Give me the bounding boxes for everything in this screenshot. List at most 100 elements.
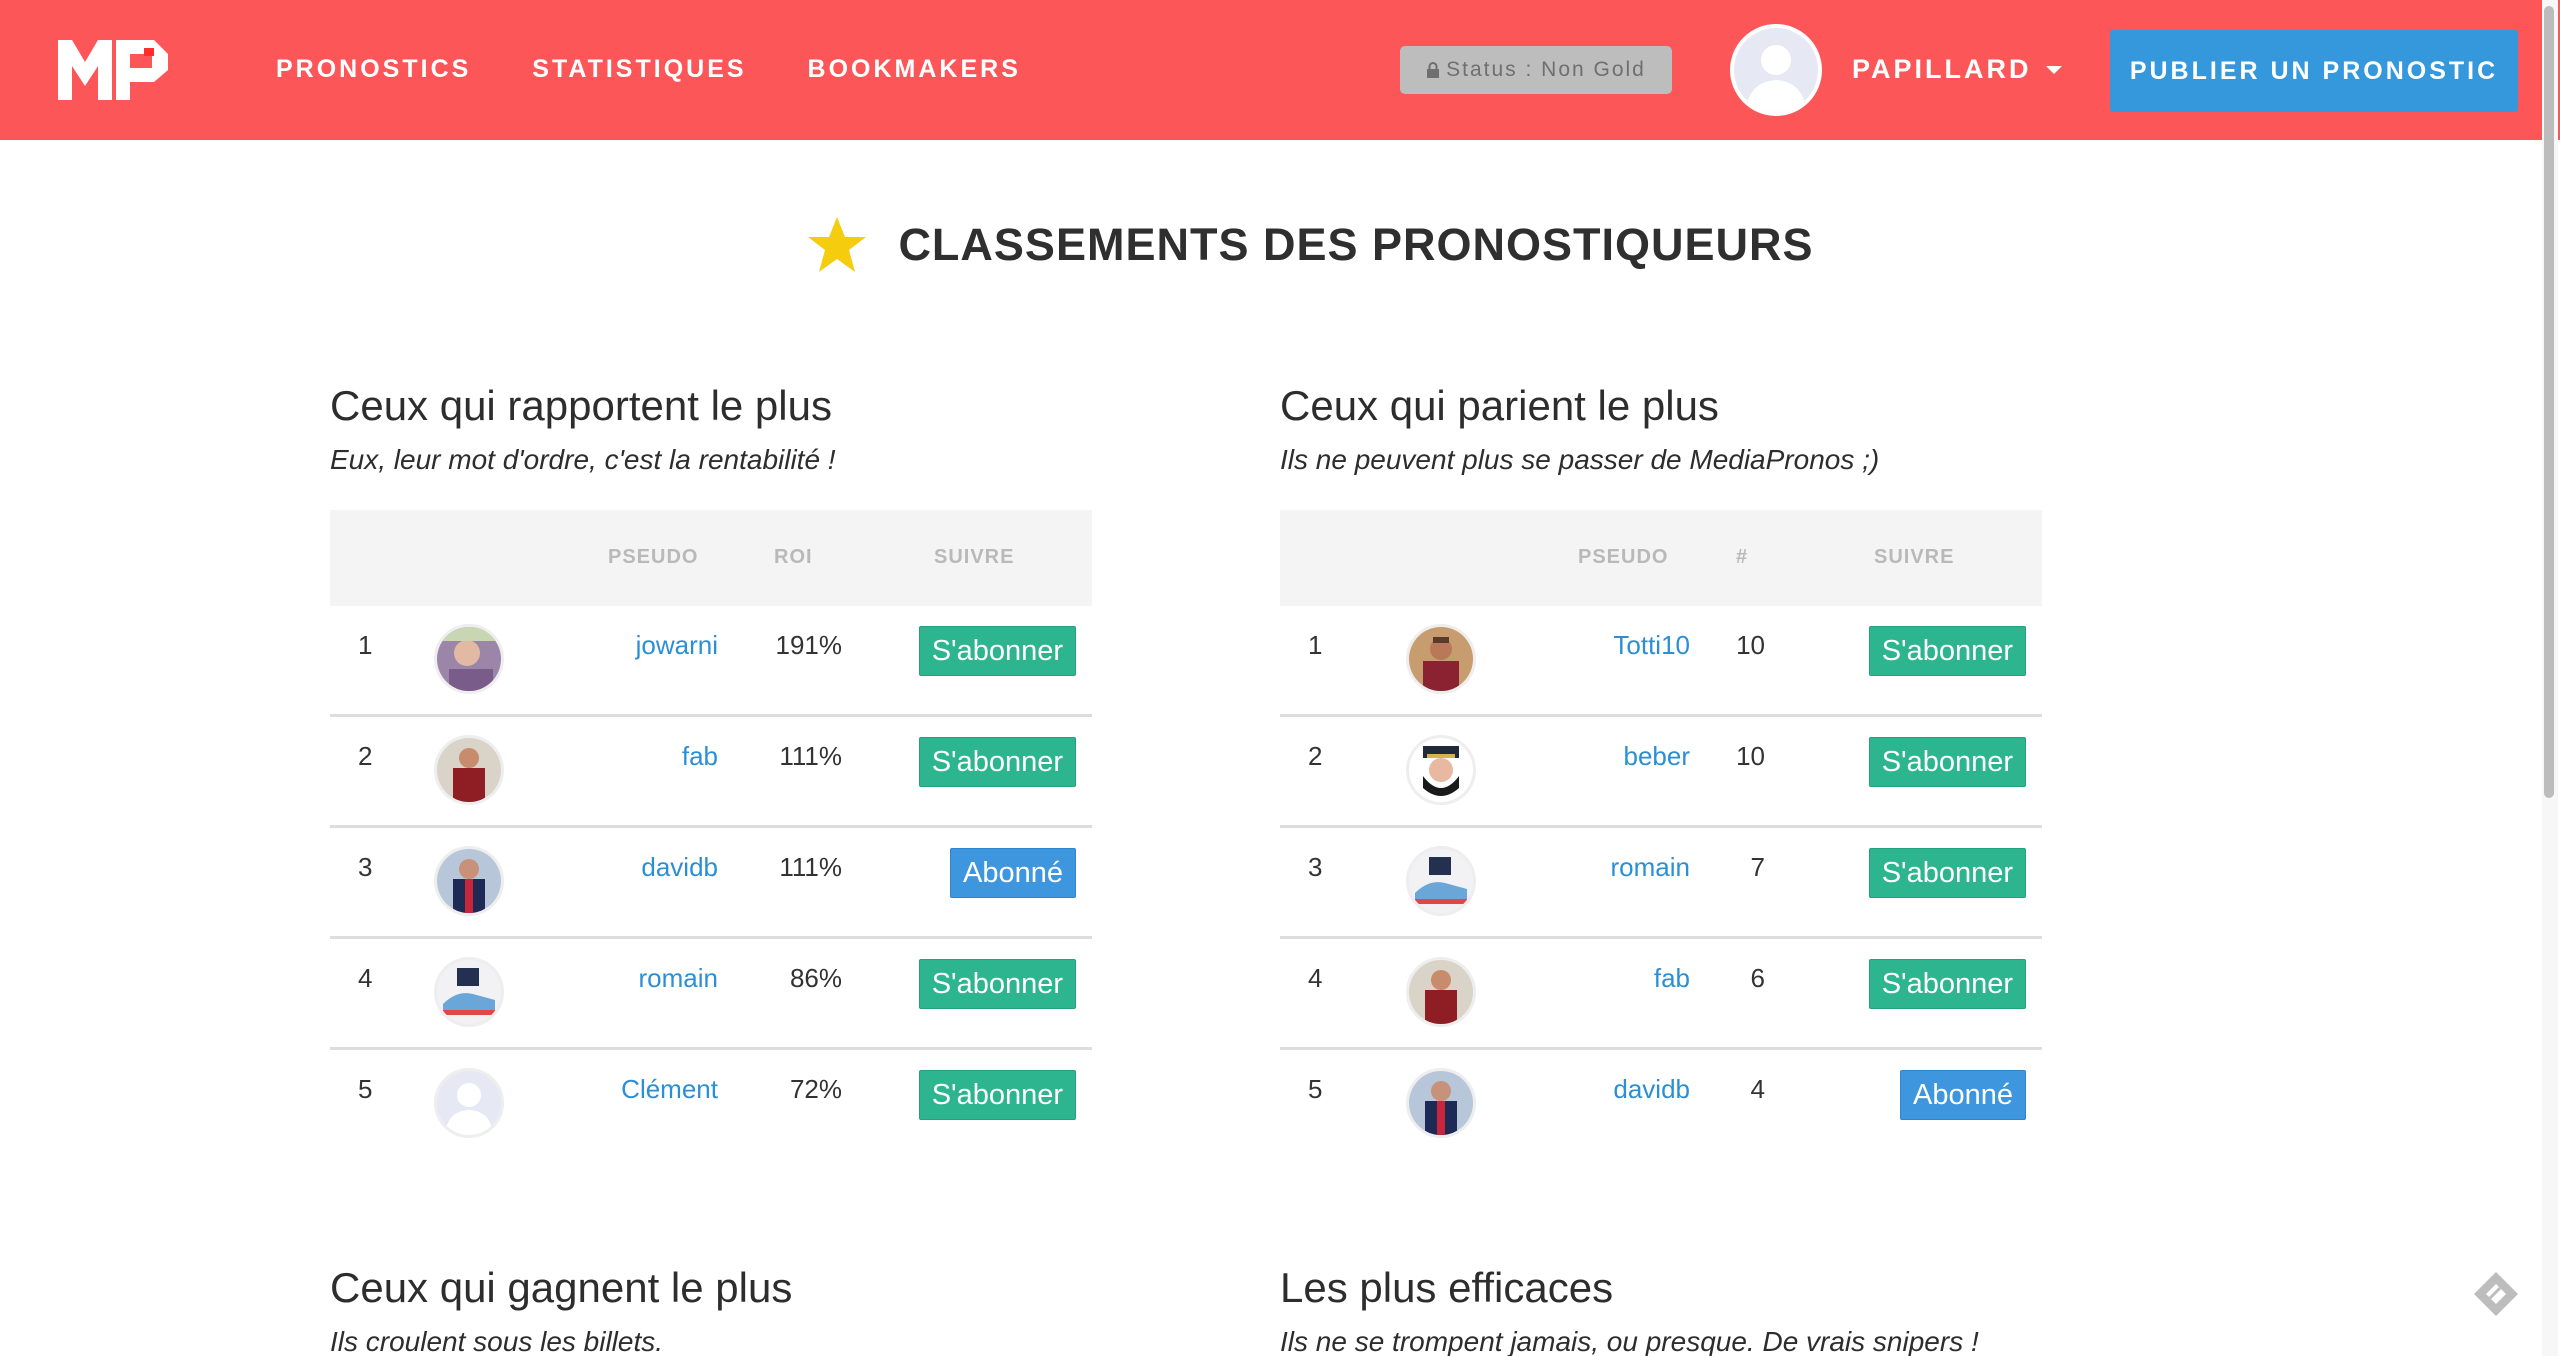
bets-count: 6 bbox=[1750, 963, 1765, 993]
table-row: 5 davidb 4 Abonné bbox=[1280, 1050, 2042, 1158]
user-avatar[interactable] bbox=[1730, 24, 1822, 116]
section-most-bets: Ceux qui parient le plus Ils ne peuvent … bbox=[1280, 382, 2042, 1142]
feedback-icon[interactable] bbox=[2468, 1266, 2524, 1322]
nav-link-statistiques[interactable]: STATISTIQUES bbox=[532, 55, 746, 84]
rank-number: 3 bbox=[1308, 852, 1323, 882]
bets-count: 7 bbox=[1750, 852, 1765, 882]
page-title: CLASSEMENTS DES PRONOSTIQUEURS bbox=[0, 215, 2560, 275]
subscribe-button[interactable]: S'abonner bbox=[1868, 737, 2026, 787]
user-link[interactable]: romain bbox=[639, 963, 718, 994]
column-header-suivre: SUIVRE bbox=[934, 546, 1015, 568]
section-title: Ceux qui rapportent le plus bbox=[330, 382, 832, 429]
bets-count: 10 bbox=[1736, 741, 1765, 771]
user-link[interactable]: davidb bbox=[641, 852, 718, 883]
section-title: Ceux qui gagnent le plus bbox=[330, 1264, 793, 1311]
bets-count: 4 bbox=[1750, 1074, 1765, 1104]
star-icon bbox=[808, 217, 867, 272]
nav-link-pronostics[interactable]: PRONOSTICS bbox=[276, 55, 471, 84]
user-link[interactable]: fab bbox=[682, 741, 718, 772]
subscribed-button[interactable]: Abonné bbox=[950, 848, 1076, 898]
subscribe-button[interactable]: S'abonner bbox=[918, 1070, 1076, 1120]
user-link[interactable]: Clément bbox=[621, 1074, 718, 1105]
column-header-count[interactable]: # bbox=[1736, 546, 1748, 569]
roi-value: 111% bbox=[779, 741, 842, 771]
user-menu[interactable]: PAPILLARD bbox=[1852, 54, 2062, 85]
table-row: 1 Totti10 10 S'abonner bbox=[1280, 606, 2042, 717]
lock-icon bbox=[1427, 62, 1440, 78]
status-label: Status : Non Gold bbox=[1446, 58, 1646, 81]
table-header: PSEUDO ROI SUIVRE bbox=[330, 510, 1092, 606]
scrollbar-thumb[interactable] bbox=[2544, 6, 2554, 798]
page-title-text: CLASSEMENTS DES PRONOSTIQUEURS bbox=[898, 219, 1814, 270]
avatar-player-roma[interactable] bbox=[1406, 624, 1476, 694]
table-row: 2 fab 111% S'abonner bbox=[330, 717, 1092, 828]
avatar-person-photo[interactable] bbox=[434, 624, 504, 694]
user-link[interactable]: jowarni bbox=[636, 630, 718, 661]
default-user-icon bbox=[1734, 28, 1818, 112]
subscribe-button[interactable]: S'abonner bbox=[918, 626, 1076, 676]
avatar-sneaker[interactable] bbox=[434, 957, 504, 1027]
ranking-table-roi: PSEUDO ROI SUIVRE 1 jowarni 191% S'abonn… bbox=[330, 510, 1092, 1158]
section-title: Les plus efficaces bbox=[1280, 1264, 1614, 1311]
subscribe-button[interactable]: S'abonner bbox=[918, 737, 1076, 787]
avatar-captain-cartoon[interactable] bbox=[1406, 735, 1476, 805]
column-header-roi[interactable]: ROI bbox=[774, 546, 813, 569]
section-subtitle: Ils ne peuvent plus se passer de MediaPr… bbox=[1280, 444, 1880, 475]
column-header-suivre: SUIVRE bbox=[1874, 546, 1955, 568]
rank-number: 3 bbox=[358, 852, 373, 882]
roi-value: 86% bbox=[789, 963, 842, 993]
subscribe-button[interactable]: S'abonner bbox=[918, 959, 1076, 1009]
top-navbar: PRONOSTICS STATISTIQUES BOOKMAKERS Statu… bbox=[0, 0, 2560, 140]
table-row: 4 fab 6 S'abonner bbox=[1280, 939, 2042, 1050]
mediapronos-logo[interactable] bbox=[58, 40, 168, 100]
roi-value: 191% bbox=[775, 630, 843, 660]
subscribed-button[interactable]: Abonné bbox=[1900, 1070, 2026, 1120]
nav-link-bookmakers[interactable]: BOOKMAKERS bbox=[808, 55, 1021, 84]
rank-number: 4 bbox=[1308, 963, 1323, 993]
table-row: 3 romain 7 S'abonner bbox=[1280, 828, 2042, 939]
avatar-default-user[interactable] bbox=[434, 1068, 504, 1138]
subscribe-button[interactable]: S'abonner bbox=[1868, 848, 2026, 898]
section-subtitle: Ils croulent sous les billets. bbox=[330, 1326, 664, 1356]
rank-number: 4 bbox=[358, 963, 373, 993]
user-name-label: PAPILLARD bbox=[1852, 54, 2032, 84]
table-row: 4 romain 86% S'abonner bbox=[330, 939, 1092, 1050]
avatar-player-red-shirt[interactable] bbox=[434, 735, 504, 805]
rank-number: 5 bbox=[1308, 1074, 1323, 1104]
main-nav: PRONOSTICS STATISTIQUES BOOKMAKERS bbox=[276, 55, 1082, 84]
table-row: 2 beber 10 S'abonner bbox=[1280, 717, 2042, 828]
rank-number: 2 bbox=[358, 741, 373, 771]
user-link[interactable]: davidb bbox=[1613, 1074, 1690, 1105]
subscribe-button[interactable]: S'abonner bbox=[1868, 626, 2026, 676]
user-link[interactable]: Totti10 bbox=[1613, 630, 1690, 661]
user-link[interactable]: beber bbox=[1624, 741, 1691, 772]
section-subtitle: Ils ne se trompent jamais, ou presque. D… bbox=[1280, 1326, 1979, 1356]
roi-value: 72% bbox=[789, 1074, 842, 1104]
section-top-winnings: Ceux qui gagnent le plus Ils croulent so… bbox=[330, 1264, 1092, 1356]
table-header: PSEUDO # SUIVRE bbox=[1280, 510, 2042, 606]
avatar-player-red-shirt[interactable] bbox=[1406, 957, 1476, 1027]
rank-number: 1 bbox=[358, 630, 373, 660]
rank-number: 2 bbox=[1308, 741, 1323, 771]
section-subtitle: Eux, leur mot d'ordre, c'est la rentabil… bbox=[330, 444, 836, 475]
section-most-efficient: Les plus efficaces Ils ne se trompent ja… bbox=[1280, 1264, 2042, 1356]
section-title: Ceux qui parient le plus bbox=[1280, 382, 1719, 429]
table-row: 3 davidb 111% Abonné bbox=[330, 828, 1092, 939]
user-link[interactable]: fab bbox=[1654, 963, 1690, 994]
column-header-pseudo[interactable]: PSEUDO bbox=[608, 546, 698, 569]
subscribe-button[interactable]: S'abonner bbox=[1868, 959, 2026, 1009]
table-row: 1 jowarni 191% S'abonner bbox=[330, 606, 1092, 717]
user-link[interactable]: romain bbox=[1611, 852, 1690, 883]
roi-value: 111% bbox=[779, 852, 842, 882]
ranking-table-bets: PSEUDO # SUIVRE 1 Totti10 10 S'abonner 2… bbox=[1280, 510, 2042, 1158]
avatar-sneaker[interactable] bbox=[1406, 846, 1476, 916]
avatar-player-psg[interactable] bbox=[1406, 1068, 1476, 1138]
bets-count: 10 bbox=[1736, 630, 1765, 660]
publish-pronostic-button[interactable]: PUBLIER UN PRONOSTIC bbox=[2110, 30, 2518, 112]
rank-number: 1 bbox=[1308, 630, 1323, 660]
avatar-player-psg[interactable] bbox=[434, 846, 504, 916]
scrollbar[interactable] bbox=[2542, 0, 2558, 1356]
status-badge[interactable]: Status : Non Gold bbox=[1400, 46, 1672, 94]
column-header-pseudo[interactable]: PSEUDO bbox=[1578, 546, 1668, 569]
chevron-down-icon bbox=[2045, 65, 2062, 74]
